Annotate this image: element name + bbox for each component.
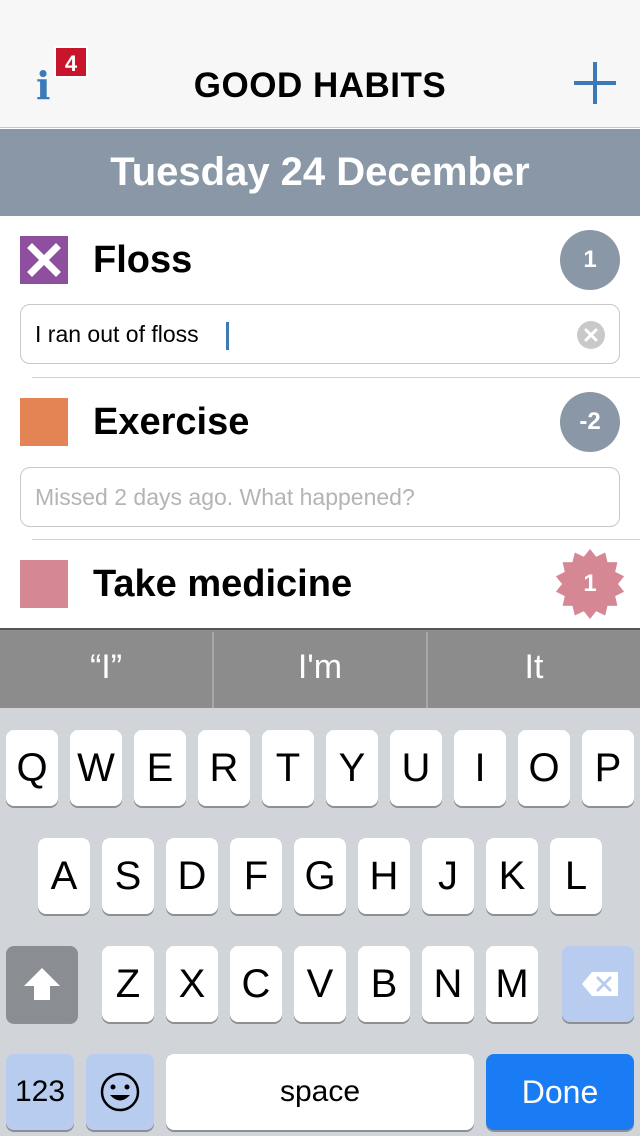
habit-row-exercise: Exercise -2 (0, 378, 640, 478)
check-cross-icon (27, 243, 61, 277)
suggestion-1[interactable]: “I” (0, 630, 212, 708)
keyboard: “I” I'm It Q W E R T Y U I O P A S D F G H J K L Z X C V B N M 123… (0, 628, 640, 1136)
habit-row-take-medicine: Take medicine 1 (0, 540, 640, 628)
key-h[interactable]: H (358, 838, 410, 914)
key-m[interactable]: M (486, 946, 538, 1022)
keyboard-keys: Q W E R T Y U I O P A S D F G H J K L Z X C V B N M 123 space Done (0, 708, 640, 1136)
streak-starburst-badge: 1 (554, 548, 626, 620)
habit-checkbox-floss[interactable] (20, 236, 68, 284)
streak-badge: -2 (560, 392, 620, 452)
key-p[interactable]: P (582, 730, 634, 806)
clear-icon (584, 328, 598, 342)
habit-row-floss: Floss 1 (0, 216, 640, 316)
note-field-floss[interactable] (20, 304, 620, 364)
note-input[interactable] (35, 305, 575, 363)
key-e[interactable]: E (134, 730, 186, 806)
emoji-key[interactable] (86, 1054, 154, 1130)
done-key[interactable]: Done (486, 1054, 634, 1130)
key-y[interactable]: Y (326, 730, 378, 806)
key-f[interactable]: F (230, 838, 282, 914)
note-field-exercise[interactable] (20, 467, 620, 527)
key-u[interactable]: U (390, 730, 442, 806)
space-key[interactable]: space (166, 1054, 474, 1130)
key-n[interactable]: N (422, 946, 474, 1022)
add-habit-button[interactable] (574, 62, 616, 104)
habit-checkbox-exercise[interactable] (20, 398, 68, 446)
key-j[interactable]: J (422, 838, 474, 914)
streak-badge: 1 (560, 230, 620, 290)
emoji-icon (100, 1072, 140, 1112)
key-q[interactable]: Q (6, 730, 58, 806)
key-z[interactable]: Z (102, 946, 154, 1022)
suggestion-bar: “I” I'm It (0, 630, 640, 708)
key-x[interactable]: X (166, 946, 218, 1022)
info-icon: i (36, 63, 51, 108)
suggestion-2[interactable]: I'm (214, 630, 426, 708)
key-o[interactable]: O (518, 730, 570, 806)
shift-key[interactable] (6, 946, 78, 1022)
key-d[interactable]: D (166, 838, 218, 914)
notification-badge: 4 (54, 46, 88, 78)
habit-checkbox-take-medicine[interactable] (20, 560, 68, 608)
streak-value: 1 (583, 570, 597, 597)
delete-key[interactable] (562, 946, 634, 1022)
note-input[interactable] (35, 468, 575, 526)
key-t[interactable]: T (262, 730, 314, 806)
shift-icon (24, 968, 60, 1000)
delete-icon (582, 972, 618, 996)
key-a[interactable]: A (38, 838, 90, 914)
key-l[interactable]: L (550, 838, 602, 914)
key-c[interactable]: C (230, 946, 282, 1022)
text-cursor (226, 322, 229, 350)
habit-name: Take medicine (93, 563, 353, 605)
suggestion-3[interactable]: It (428, 630, 640, 708)
key-w[interactable]: W (70, 730, 122, 806)
key-r[interactable]: R (198, 730, 250, 806)
habit-name: Floss (93, 239, 193, 281)
key-i[interactable]: I (454, 730, 506, 806)
numbers-key[interactable]: 123 (6, 1054, 74, 1130)
key-v[interactable]: V (294, 946, 346, 1022)
habit-name: Exercise (93, 401, 250, 443)
navigation-bar: i 4 GOOD HABITS (0, 0, 640, 128)
key-k[interactable]: K (486, 838, 538, 914)
key-g[interactable]: G (294, 838, 346, 914)
key-s[interactable]: S (102, 838, 154, 914)
info-button[interactable]: i 4 (32, 46, 92, 108)
clear-text-button[interactable] (577, 321, 605, 349)
key-b[interactable]: B (358, 946, 410, 1022)
page-title: GOOD HABITS (193, 66, 447, 105)
date-header: Tuesday 24 December (0, 129, 640, 216)
